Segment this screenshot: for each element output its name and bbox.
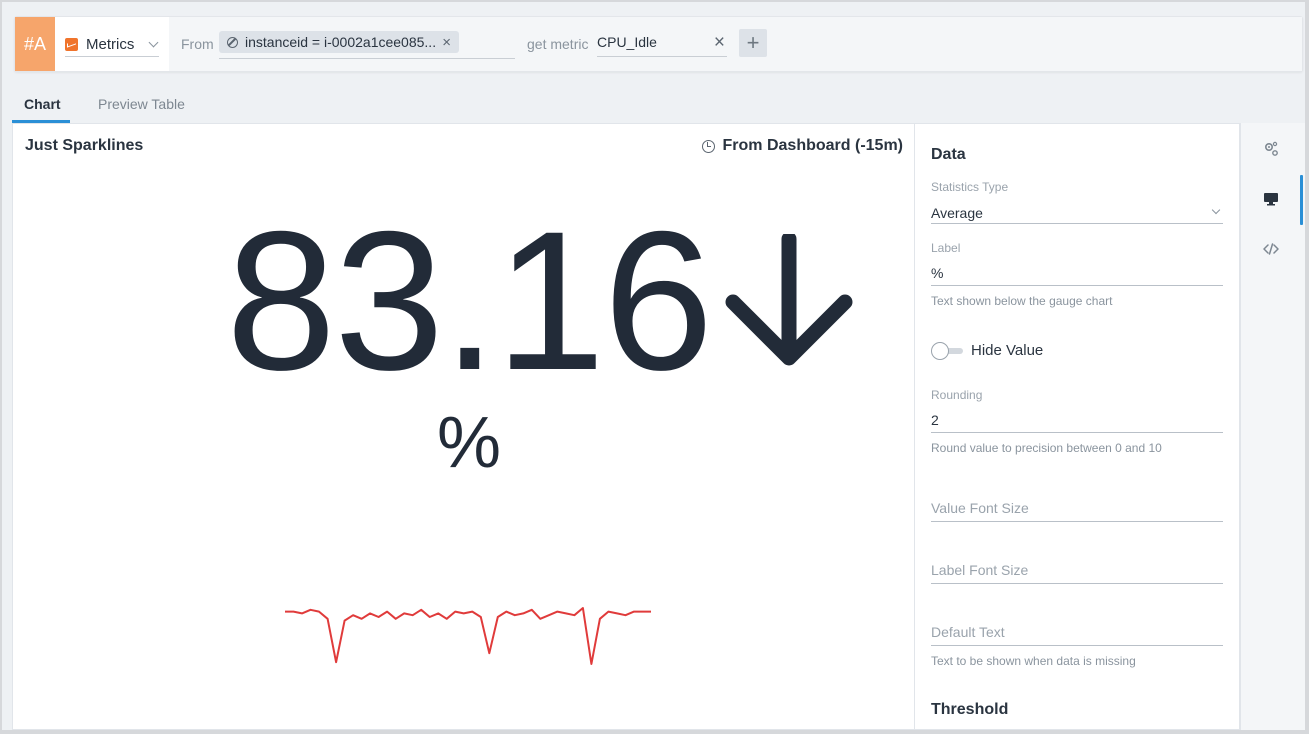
divider <box>931 521 1223 522</box>
filter-chip-text: instanceid = i-0002a1cee085... <box>245 34 437 50</box>
rail-code-button[interactable] <box>1241 229 1301 269</box>
source-select-label: Metrics <box>86 36 135 53</box>
divider <box>931 285 1223 286</box>
clock-icon <box>701 139 715 153</box>
label-field-label: Label <box>931 241 961 255</box>
tab-chart[interactable]: Chart <box>24 96 61 112</box>
remove-filter-icon[interactable]: × <box>442 34 451 51</box>
statistics-type-label: Statistics Type <box>931 180 1009 194</box>
default-text-input[interactable]: Default Text <box>931 624 1005 640</box>
chevron-down-icon <box>148 37 159 48</box>
filter-chip[interactable]: instanceid = i-0002a1cee085... × <box>219 31 459 53</box>
panel-editor: #A Metrics From instanceid = i-0002a1cee… <box>2 2 1305 730</box>
rounding-input[interactable]: 2 <box>931 412 939 428</box>
label-font-size-input[interactable]: Label Font Size <box>931 562 1028 578</box>
settings-rail <box>1240 123 1305 730</box>
metric-value: CPU_Idle <box>597 34 657 50</box>
rail-display-button[interactable] <box>1241 179 1301 219</box>
value-unit-label: % <box>437 403 502 483</box>
default-text-help: Text to be shown when data is missing <box>931 654 1136 668</box>
data-section-heading: Data <box>931 146 966 163</box>
time-range[interactable]: From Dashboard (-15m) <box>701 137 903 155</box>
clear-metric-icon[interactable]: × <box>714 32 725 54</box>
sparkline <box>285 607 651 665</box>
filter-input[interactable]: instanceid = i-0002a1cee085... × <box>219 29 515 59</box>
divider <box>931 645 1223 646</box>
time-range-label: From Dashboard (-15m) <box>722 137 903 154</box>
chart-title: Just Sparklines <box>25 137 144 154</box>
code-icon <box>1263 243 1279 255</box>
divider <box>931 583 1223 584</box>
divider <box>931 432 1223 433</box>
source-select[interactable]: Metrics <box>65 33 159 57</box>
get-metric-label: get metric <box>527 36 589 52</box>
add-query-button[interactable]: + <box>739 29 767 57</box>
query-id-badge: #A <box>15 17 55 71</box>
query-editor: From instanceid = i-0002a1cee085... × ge… <box>169 17 1302 71</box>
hide-value-label: Hide Value <box>971 342 1044 359</box>
single-value: 83.16 <box>226 190 713 411</box>
label-input[interactable]: % <box>931 265 943 281</box>
chart-preview: Just Sparklines From Dashboard (-15m) 83… <box>12 123 915 730</box>
settings-gears-icon <box>1264 141 1278 156</box>
chevron-down-icon <box>1211 205 1221 215</box>
rail-active-indicator <box>1300 175 1303 225</box>
threshold-section-heading: Threshold <box>931 701 1009 718</box>
metrics-chart-icon <box>65 38 78 51</box>
settings-panel: Data Statistics Type Average Label % Tex… <box>915 123 1240 730</box>
divider <box>931 223 1223 224</box>
trend-down-arrow-icon <box>725 234 853 366</box>
label-help: Text shown below the gauge chart <box>931 294 1113 308</box>
rounding-label: Rounding <box>931 388 983 402</box>
tab-preview-table[interactable]: Preview Table <box>98 96 185 112</box>
statistics-type-select[interactable]: Average <box>931 205 983 221</box>
rail-settings-button[interactable] <box>1241 129 1301 169</box>
value-font-size-input[interactable]: Value Font Size <box>931 500 1029 516</box>
metric-input[interactable]: CPU_Idle × <box>597 32 727 57</box>
toggle-knob <box>931 342 949 360</box>
sparkline-series-line <box>285 607 651 665</box>
monitor-icon <box>1264 193 1278 206</box>
query-bar: #A Metrics From instanceid = i-0002a1cee… <box>14 16 1303 72</box>
from-label: From <box>181 36 214 52</box>
hide-value-toggle[interactable] <box>931 342 963 360</box>
rounding-help: Round value to precision between 0 and 1… <box>931 441 1162 455</box>
exclude-icon[interactable] <box>227 36 238 48</box>
